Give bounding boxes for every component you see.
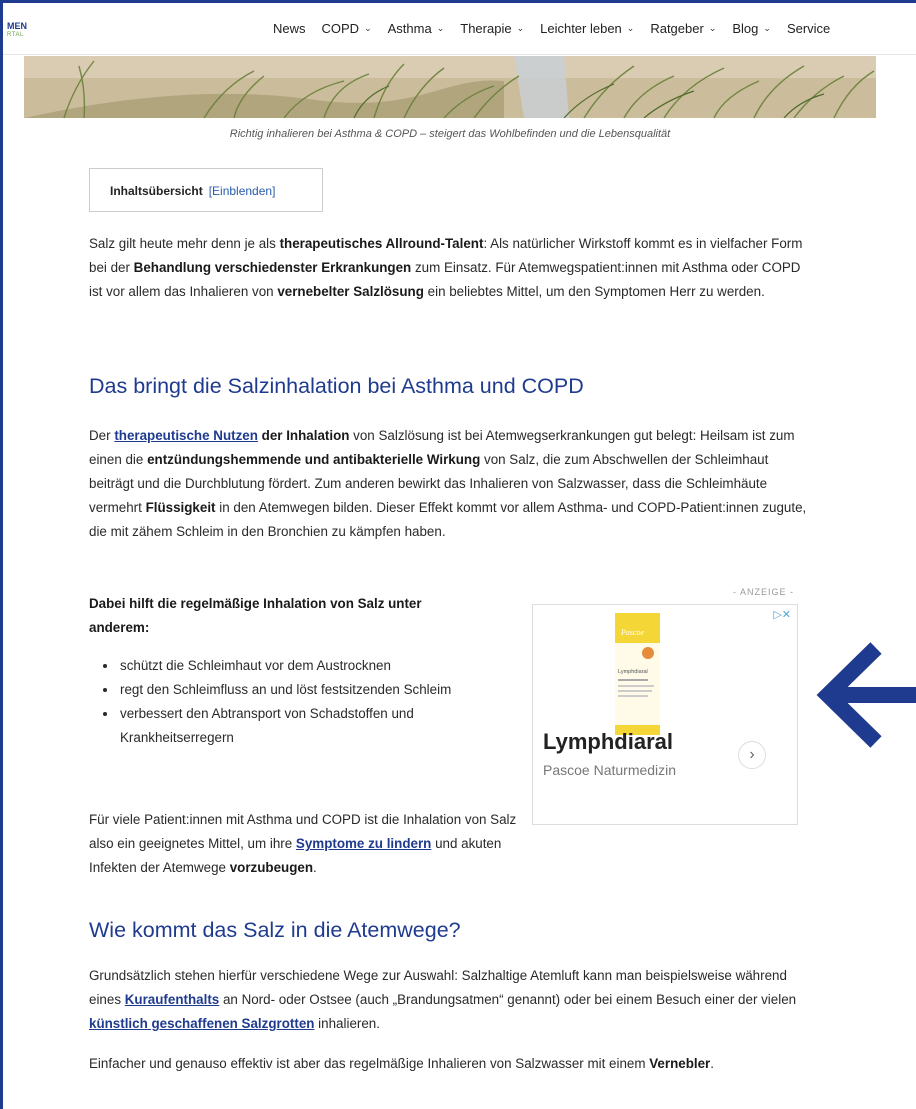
advertisement[interactable]: ▷✕ Pascoe Lymphdiaral Lymphdiaral Pascoe… [532, 604, 798, 825]
ad-next-button[interactable]: › [738, 741, 766, 769]
nav-item-news[interactable]: News [273, 21, 306, 36]
list-item: schützt die Schleimhaut vor dem Austrock… [118, 654, 474, 678]
nav-item-leichter-leben[interactable]: Leichter leben ⌄ [540, 21, 634, 36]
nav-label: Therapie [460, 21, 512, 36]
list-item: verbessert den Abtransport von Schadstof… [118, 702, 474, 750]
nav-label: COPD [321, 21, 360, 36]
adchoices-icon[interactable]: ▷✕ [773, 608, 791, 621]
logo-subtext: RTAL [7, 32, 24, 38]
section1-paragraph: Der therapeutische Nutzen der Inhalation… [89, 424, 807, 544]
dune-grass-illustration [24, 56, 876, 118]
nav-label: Leichter leben [540, 21, 622, 36]
text-run: Der [89, 428, 115, 443]
main-nav: News COPD ⌄ Asthma ⌄ Therapie ⌄ Leichter le… [273, 21, 846, 36]
nav-item-therapie[interactable]: Therapie ⌄ [460, 21, 524, 36]
text-bold: vernebelter Salzlösung [277, 284, 424, 299]
list-intro: Dabei hilft die regelmäßige Inhalation v… [89, 592, 479, 640]
chevron-down-icon: ⌄ [364, 23, 372, 33]
nav-label: News [273, 21, 306, 36]
nav-label: Ratgeber [650, 21, 704, 36]
kuraufenthalt-link[interactable]: Kuraufenthalts [125, 992, 220, 1007]
nav-item-asthma[interactable]: Asthma ⌄ [388, 21, 445, 36]
benefit-list: schützt die Schleimhaut vor dem Austrock… [104, 654, 474, 750]
nav-item-blog[interactable]: Blog ⌄ [732, 21, 771, 36]
chevron-down-icon: ⌄ [516, 23, 525, 33]
logo-text: MEN [7, 21, 27, 31]
text-run: . [313, 860, 317, 875]
section1-paragraph-2: Für viele Patient:innen mit Asthma und C… [89, 808, 519, 880]
text-bold: Vernebler [649, 1056, 711, 1071]
hero-image [24, 56, 876, 118]
salzgrotten-link[interactable]: künstlich geschaffenen Salzgrotten [89, 1016, 314, 1031]
chevron-down-icon: ⌄ [436, 23, 445, 33]
text-run: Einfacher und genauso effektiv ist aber … [89, 1056, 650, 1071]
product-package-image: Pascoe Lymphdiaral [615, 613, 660, 735]
text-run: inhalieren. [314, 1016, 380, 1031]
chevron-down-icon: ⌄ [763, 23, 771, 33]
text-bold: entzündungshemmende und antibakterielle … [147, 452, 481, 467]
chevron-down-icon: ⌄ [626, 23, 635, 33]
package-name-text: Lymphdiaral [618, 669, 648, 675]
toc-title: Inhaltsübersicht [110, 184, 203, 198]
toc-toggle-link[interactable]: [Einblenden] [209, 184, 276, 198]
text-run: Salz gilt heute mehr denn je als [89, 236, 280, 251]
section2-paragraph-2: Einfacher und genauso effektiv ist aber … [89, 1052, 809, 1076]
section-heading-salzinhalation: Das bringt die Salzinhalation bei Asthma… [89, 374, 584, 398]
nav-item-service[interactable]: Service [787, 21, 830, 36]
nav-item-copd[interactable]: COPD ⌄ [322, 21, 372, 36]
text-bold: Dabei hilft die regelmäßige Inhalation v… [89, 596, 422, 635]
ad-title[interactable]: Lymphdiaral [543, 729, 673, 755]
table-of-contents: Inhaltsübersicht [Einblenden] [89, 168, 323, 212]
text-bold: der Inhalation [257, 428, 350, 443]
text-run: an Nord- oder Ostsee (auch „Brandungsatm… [219, 992, 797, 1007]
therapeutic-benefit-link[interactable]: therapeutische Nutzen [114, 428, 258, 443]
text-bold: therapeutisches Allround-Talent [279, 236, 484, 251]
section-heading-salz-atemwege: Wie kommt das Salz in die Atemwege? [89, 918, 461, 942]
text-bold: Behandlung verschiedenster Erkrankungen [133, 260, 412, 275]
arrow-left-icon [816, 642, 916, 748]
hero-caption: Richtig inhalieren bei Asthma & COPD – s… [229, 128, 671, 140]
text-bold: vorzubeugen [229, 860, 314, 875]
nav-label: Blog [732, 21, 759, 36]
intro-paragraph: Salz gilt heute mehr denn je als therape… [89, 232, 809, 304]
nav-label: Asthma [387, 21, 432, 36]
nav-item-ratgeber[interactable]: Ratgeber ⌄ [650, 21, 716, 36]
section2-paragraph: Grundsätzlich stehen hierfür verschieden… [89, 964, 809, 1036]
text-bold: Flüssigkeit [145, 500, 216, 515]
site-header: MEN RTAL News COPD ⌄ Asthma ⌄ Therapie ⌄ Le… [3, 3, 916, 55]
ad-label: - ANZEIGE - [733, 587, 795, 597]
list-item: regt den Schleimfluss an und löst festsi… [118, 678, 474, 702]
symptom-relief-link[interactable]: Symptome zu lindern [296, 836, 431, 851]
ad-subtitle: Pascoe Naturmedizin [543, 762, 677, 778]
text-run: . [710, 1056, 715, 1071]
package-brand-text: Pascoe [620, 628, 645, 637]
chevron-down-icon: ⌄ [708, 23, 717, 33]
site-logo[interactable]: MEN RTAL [7, 22, 27, 40]
nav-label: Service [786, 21, 831, 36]
text-run: ein beliebtes Mittel, um den Symptomen H… [423, 284, 765, 299]
